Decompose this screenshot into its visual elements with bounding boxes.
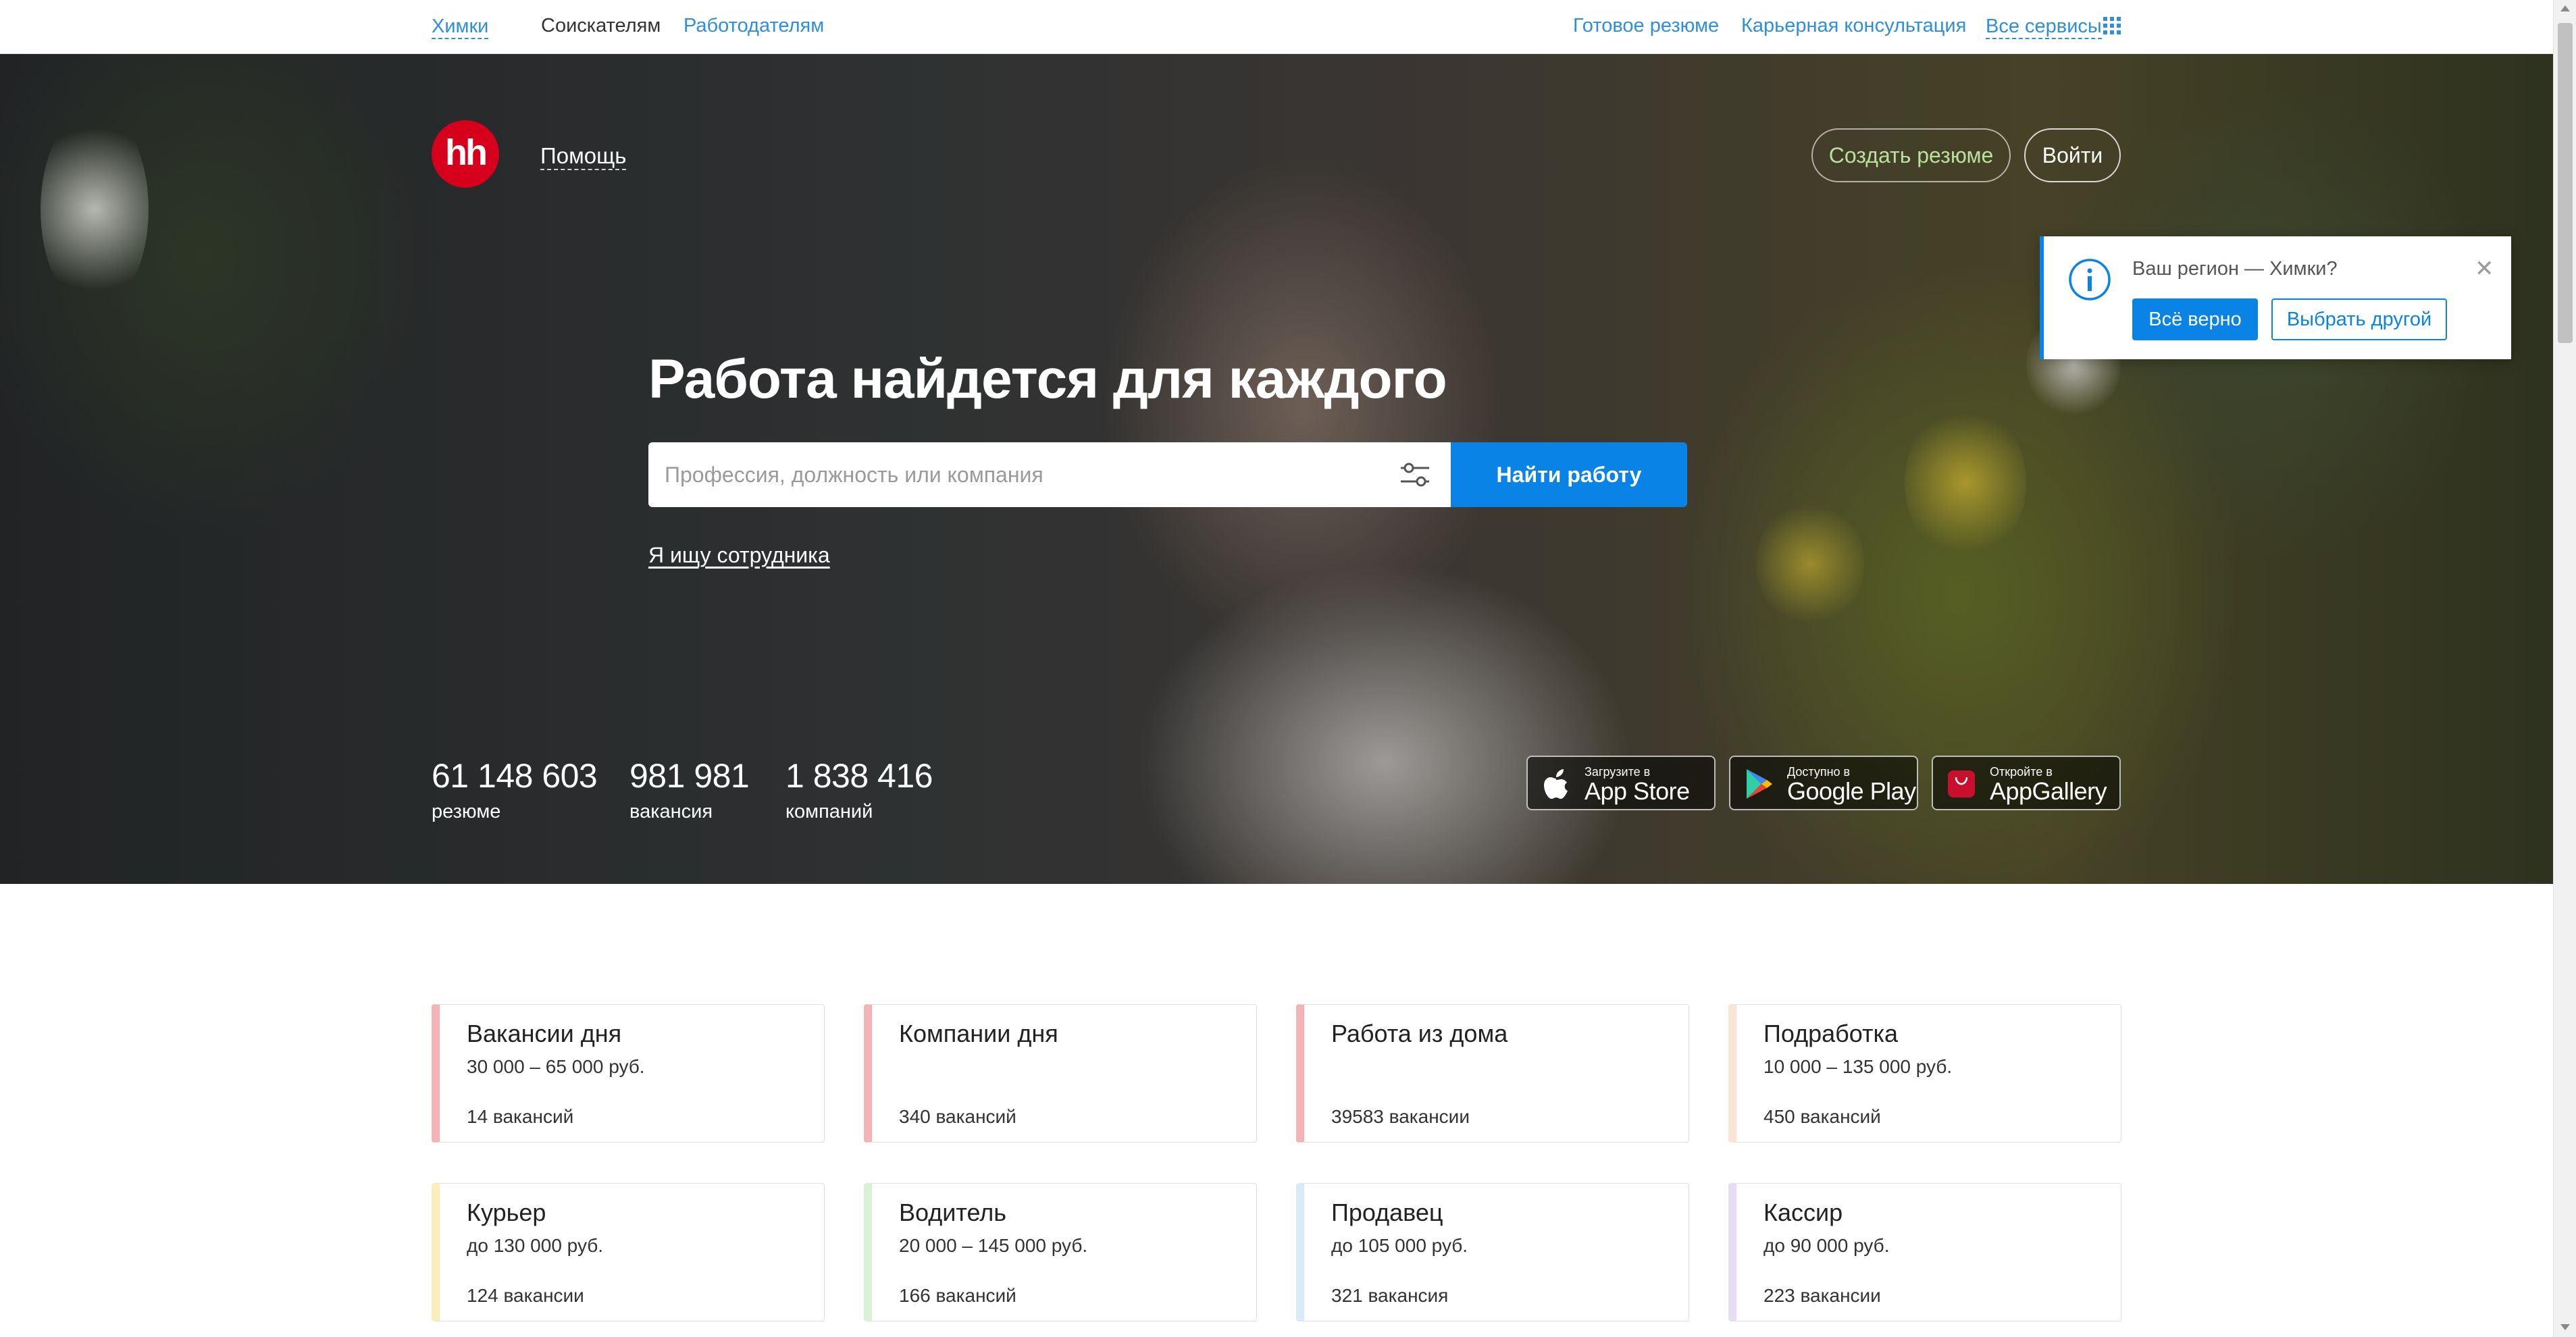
- filter-settings-icon[interactable]: [1398, 460, 1432, 490]
- card-title: Компании дня: [899, 1020, 1058, 1047]
- huawei-icon: [1948, 770, 1975, 797]
- scroll-down-icon[interactable]: [2560, 1324, 2570, 1330]
- card-cashier[interactable]: Кассир до 90 000 руб. 223 вакансии: [1728, 1183, 2121, 1321]
- card-seller[interactable]: Продавец до 105 000 руб. 321 вакансия: [1296, 1183, 1689, 1321]
- scroll-up-icon[interactable]: [2560, 5, 2570, 11]
- hh-logo[interactable]: hh: [432, 120, 499, 188]
- confirm-region-button[interactable]: Всё верно: [2132, 298, 2258, 340]
- google-play-icon: [1747, 769, 1772, 799]
- employer-search-link[interactable]: Я ищу сотрудника: [648, 543, 830, 568]
- google-play-badge[interactable]: Доступно в Google Play: [1729, 756, 1918, 810]
- nav-seekers[interactable]: Соискателям: [541, 15, 661, 37]
- card-vacancies-of-day[interactable]: Вакансии дня 30 000 – 65 000 руб. 14 вак…: [432, 1004, 825, 1143]
- city-selector-link[interactable]: Химки: [432, 15, 489, 39]
- close-icon[interactable]: ✕: [2475, 255, 2494, 282]
- nav-all-services[interactable]: Все сервисы: [1986, 15, 2102, 39]
- region-question: Ваш регион — Химки?: [2132, 258, 2338, 280]
- stat-value: 61 148 603: [432, 757, 598, 795]
- choose-other-region-button[interactable]: Выбрать другой: [2271, 298, 2447, 340]
- card-count: 124 вакансии: [467, 1285, 584, 1306]
- card-companies-of-day[interactable]: Компании дня 340 вакансий: [864, 1004, 1257, 1143]
- card-courier[interactable]: Курьер до 130 000 руб. 124 вакансии: [432, 1183, 825, 1321]
- scroll-thumb[interactable]: [2558, 23, 2573, 343]
- stat-value: 1 838 416: [785, 757, 933, 795]
- nav-employers[interactable]: Работодателям: [684, 15, 824, 37]
- stat-companies: 1 838 416 компаний: [785, 756, 933, 823]
- search-input[interactable]: [648, 442, 1378, 507]
- help-link[interactable]: Помощь: [540, 143, 627, 170]
- card-title: Курьер: [467, 1199, 546, 1226]
- store-name: Google Play: [1787, 777, 1916, 805]
- card-title: Кассир: [1763, 1199, 1843, 1226]
- nav-ready-resume[interactable]: Готовое резюме: [1573, 15, 1719, 37]
- apple-icon: [1544, 769, 1568, 799]
- card-title: Подработка: [1763, 1020, 1899, 1047]
- store-name: AppGallery: [1990, 777, 2107, 805]
- card-salary: до 105 000 руб.: [1331, 1235, 1468, 1256]
- card-count: 166 вакансий: [899, 1285, 1016, 1306]
- stat-label: вакансия: [629, 801, 713, 822]
- card-count: 39583 вакансии: [1331, 1106, 1470, 1127]
- card-title: Работа из дома: [1331, 1020, 1508, 1047]
- card-salary: до 130 000 руб.: [467, 1235, 604, 1256]
- search-box: [648, 442, 1451, 507]
- card-salary: 10 000 – 135 000 руб.: [1763, 1056, 1953, 1077]
- app-store-badge[interactable]: Загрузите в App Store: [1526, 756, 1716, 810]
- login-button[interactable]: Войти: [2024, 128, 2121, 182]
- card-salary: 30 000 – 65 000 руб.: [467, 1056, 645, 1077]
- region-confirm-popup: Ваш регион — Химки? ✕ Всё верно Выбрать …: [2040, 236, 2511, 359]
- stat-value: 981 981: [629, 757, 750, 795]
- stat-resumes: 61 148 603 резюме: [432, 756, 598, 823]
- card-count: 340 вакансий: [899, 1106, 1016, 1127]
- stat-vacancies: 981 981 вакансия: [629, 756, 750, 823]
- stat-label: компаний: [785, 801, 873, 822]
- find-job-button[interactable]: Найти работу: [1451, 442, 1687, 507]
- stat-label: резюме: [432, 801, 501, 822]
- card-title: Вакансии дня: [467, 1020, 622, 1047]
- card-driver[interactable]: Водитель 20 000 – 145 000 руб. 166 вакан…: [864, 1183, 1257, 1321]
- card-count: 450 вакансий: [1763, 1106, 1881, 1127]
- card-title: Продавец: [1331, 1199, 1443, 1226]
- card-count: 14 вакансий: [467, 1106, 574, 1127]
- appgallery-badge[interactable]: Откройте в AppGallery: [1932, 756, 2121, 810]
- card-count: 223 вакансии: [1763, 1285, 1881, 1306]
- top-nav-bar: Химки Соискателям Работодателям Готовое …: [0, 0, 2553, 54]
- store-name: App Store: [1585, 777, 1690, 805]
- create-resume-button[interactable]: Создать резюме: [1811, 128, 2011, 182]
- card-salary: 20 000 – 145 000 руб.: [899, 1235, 1088, 1256]
- page-scrollbar[interactable]: [2553, 0, 2576, 1337]
- grid-icon[interactable]: [2103, 17, 2121, 34]
- card-part-time[interactable]: Подработка 10 000 – 135 000 руб. 450 вак…: [1728, 1004, 2121, 1143]
- hero-title: Работа найдется для каждого: [648, 348, 1447, 410]
- card-title: Водитель: [899, 1199, 1007, 1226]
- card-remote-work[interactable]: Работа из дома 39583 вакансии: [1296, 1004, 1689, 1143]
- card-salary: до 90 000 руб.: [1763, 1235, 1890, 1256]
- nav-career-consultation[interactable]: Карьерная консультация: [1741, 15, 1966, 37]
- info-icon: [2069, 259, 2111, 300]
- card-count: 321 вакансия: [1331, 1285, 1449, 1306]
